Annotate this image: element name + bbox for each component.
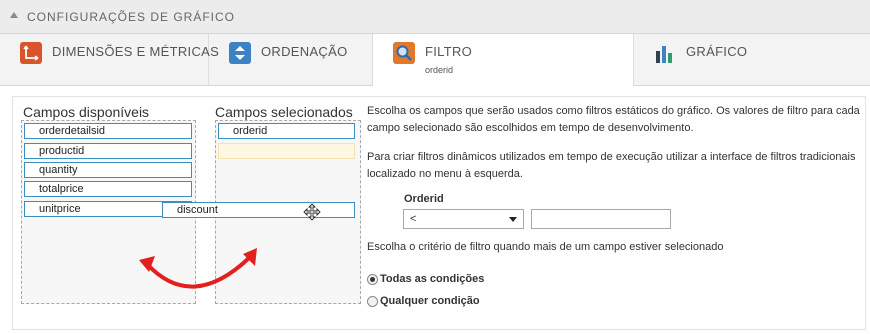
tab-label: GRÁFICO [686,44,748,59]
description-line: localizado no menu à esquerda. [367,168,523,180]
filter-value-input[interactable] [531,209,671,229]
selected-fields-title: Campos selecionados [215,104,353,120]
list-item[interactable]: productid [24,143,192,159]
criteria-text: Escolha o critério de filtro quando mais… [367,241,724,253]
panel-title: CONFIGURAÇÕES DE GRÁFICO [27,10,236,24]
tab-chart[interactable]: GRÁFICO [634,34,870,86]
tab-bar: DIMENSÕES E MÉTRICAS ORDENAÇÃO FILTRO or… [0,34,870,87]
filter-field-label: Orderid [404,193,444,205]
bar-chart-icon [654,43,676,65]
tab-sublabel: orderid [425,65,454,75]
radio-any-condition[interactable]: Qualquer condição [367,295,480,307]
radio-all-conditions[interactable]: Todas as condições [367,273,484,285]
operator-select[interactable]: < [403,209,524,229]
tab-ordering[interactable]: ORDENAÇÃO [209,34,375,86]
panel-header[interactable]: CONFIGURAÇÕES DE GRÁFICO [0,0,870,34]
description-line: Para criar filtros dinâmicos utilizados … [367,151,856,163]
drop-placeholder [218,143,355,159]
drag-arrow-icon [137,244,261,301]
tab-label: FILTRO [425,44,473,59]
tab-label: DIMENSÕES E MÉTRICAS [52,44,220,59]
operator-value: < [410,213,417,225]
dragging-field[interactable]: discount [162,202,355,218]
tab-dimensions-metrics[interactable]: DIMENSÕES E MÉTRICAS [0,34,219,86]
radio-unchecked-icon[interactable] [367,295,378,307]
radio-checked-icon[interactable] [367,273,378,285]
dimensions-icon [20,42,42,64]
dropdown-arrow-icon [509,217,517,222]
available-fields-title: Campos disponíveis [23,104,150,120]
sort-icon [229,42,251,64]
tab-label: ORDENAÇÃO [261,44,348,59]
list-item[interactable]: quantity [24,162,192,178]
description-line: campo selecionado são escolhidos em temp… [367,122,694,134]
move-cursor-icon [303,203,321,226]
radio-label: Todas as condições [380,273,485,285]
filter-search-icon [393,42,415,64]
description-line: Escolha os campos que serão usados como … [367,105,860,117]
collapse-caret-icon[interactable] [10,12,18,18]
tab-filter[interactable]: FILTRO orderid [372,34,634,87]
list-item[interactable]: totalprice [24,181,192,197]
description-text: Escolha os campos que serão usados como … [367,103,867,183]
list-item[interactable]: orderid [218,123,355,139]
radio-label: Qualquer condição [380,295,480,307]
list-item[interactable]: orderdetailsid [24,123,192,139]
